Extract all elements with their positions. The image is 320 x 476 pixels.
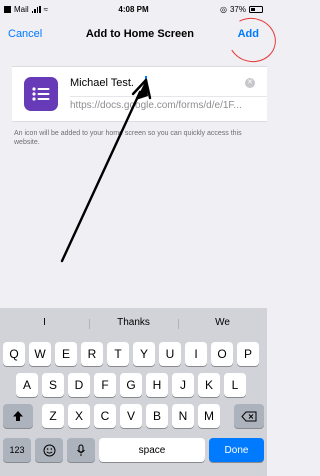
shift-key[interactable] (3, 404, 33, 428)
key-row-3: Z X C V B N M (0, 404, 267, 428)
battery-percent: 37% (229, 4, 246, 14)
key-x[interactable]: X (68, 404, 90, 428)
battery-icon (249, 5, 263, 13)
key-j[interactable]: J (172, 373, 194, 397)
emoji-key[interactable] (35, 438, 63, 462)
status-right: ◎ 37% (183, 5, 263, 14)
numbers-key[interactable]: 123 (3, 438, 31, 462)
list-icon (32, 87, 50, 101)
key-d[interactable]: D (68, 373, 90, 397)
back-app-icon (4, 5, 11, 13)
key-g[interactable]: G (120, 373, 142, 397)
key-e[interactable]: E (55, 342, 77, 366)
page-title: Add to Home Screen (85, 28, 195, 40)
space-key[interactable]: space (99, 438, 205, 462)
suggestion-item[interactable]: I (0, 317, 89, 328)
key-l[interactable]: L (224, 373, 246, 397)
key-c[interactable]: C (94, 404, 116, 428)
shortcut-name-field[interactable] (70, 75, 245, 91)
key-u[interactable]: U (159, 342, 181, 366)
key-row-1: Q W E R T Y U I O P (0, 342, 267, 366)
key-p[interactable]: P (237, 342, 259, 366)
keyboard: I Thanks We Q W E R T Y U I O P A S D F … (0, 308, 267, 476)
location-icon: ◎ (220, 4, 227, 14)
cancel-button[interactable]: Cancel (8, 28, 42, 40)
suggestion-item[interactable]: We (178, 317, 267, 329)
status-bar: Mail ≈ 4:08 PM ◎ 37% (0, 0, 267, 18)
field-divider (70, 96, 267, 97)
key-k[interactable]: K (198, 373, 220, 397)
forms-app-icon (24, 77, 58, 111)
done-key[interactable]: Done (209, 438, 264, 462)
text-cursor (145, 76, 147, 90)
shortcut-url: https://docs.google.com/forms/d/e/1F... (70, 100, 242, 111)
backspace-icon (241, 411, 257, 421)
key-a[interactable]: A (16, 373, 38, 397)
shortcut-card: ✕ https://docs.google.com/forms/d/e/1F..… (12, 66, 267, 122)
key-b[interactable]: B (146, 404, 168, 428)
dictation-key[interactable] (67, 438, 95, 462)
key-r[interactable]: R (81, 342, 103, 366)
status-time: 4:08 PM (118, 4, 149, 14)
key-row-2: A S D F G H J K L (0, 373, 267, 397)
suggestion-bar: I Thanks We (0, 308, 267, 336)
key-n[interactable]: N (172, 404, 194, 428)
key-y[interactable]: Y (133, 342, 155, 366)
key-v[interactable]: V (120, 404, 142, 428)
signal-icon (31, 5, 41, 13)
wifi-icon: ≈ (43, 4, 49, 14)
navigation-bar: Cancel Add to Home Screen Add (0, 18, 267, 50)
shift-icon (13, 411, 23, 421)
key-s[interactable]: S (42, 373, 64, 397)
key-f[interactable]: F (94, 373, 116, 397)
status-left: Mail ≈ (4, 5, 84, 14)
key-m[interactable]: M (198, 404, 220, 428)
suggestion-item[interactable]: Thanks (89, 317, 178, 329)
key-w[interactable]: W (29, 342, 51, 366)
key-t[interactable]: T (107, 342, 129, 366)
emoji-icon (43, 444, 55, 456)
key-i[interactable]: I (185, 342, 207, 366)
key-z[interactable]: Z (42, 404, 64, 428)
key-h[interactable]: H (146, 373, 168, 397)
key-q[interactable]: Q (3, 342, 25, 366)
key-row-4: 123 space Done (0, 438, 267, 462)
info-text: An icon will be added to your home scree… (14, 130, 242, 146)
delete-key[interactable] (234, 404, 264, 428)
key-o[interactable]: O (211, 342, 233, 366)
microphone-icon (77, 444, 85, 456)
add-button[interactable]: Add (238, 28, 259, 40)
back-app-label[interactable]: Mail (14, 5, 29, 14)
clear-text-icon[interactable]: ✕ (245, 78, 255, 88)
